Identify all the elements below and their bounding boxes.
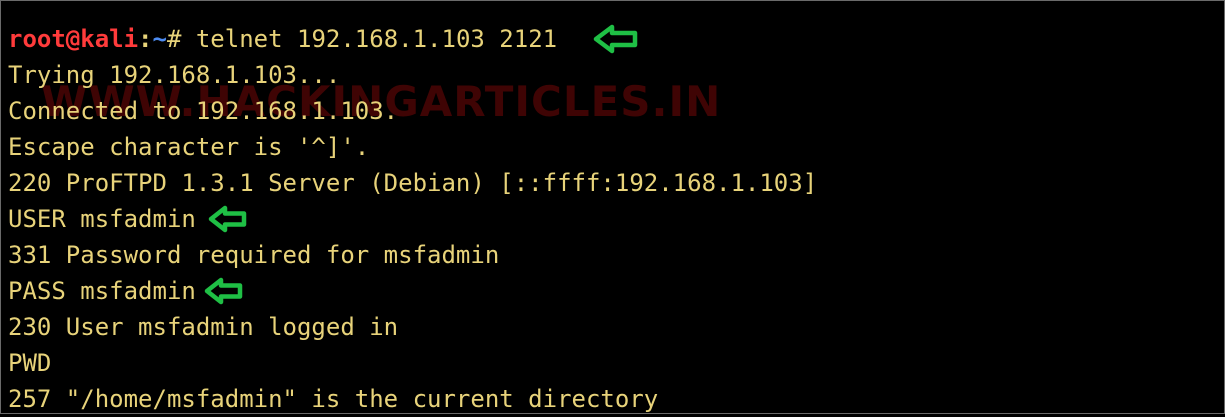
output-line: 230 User msfadmin logged in: [8, 313, 399, 341]
terminal-output: root@kali: ~ # telnet 192.168.1.103 2121 T…: [8, 21, 817, 417]
output-line: PWD: [8, 349, 52, 377]
prompt-separator: :: [138, 25, 153, 53]
user-command-line: USER msfadmin: [8, 201, 817, 237]
output-text: PASS msfadmin: [8, 277, 196, 305]
output-text: USER msfadmin: [8, 205, 196, 233]
output-line: Escape character is '^]'.: [8, 133, 370, 161]
command-text: telnet 192.168.1.103 2121: [195, 25, 558, 53]
output-line: 220 ProFTPD 1.3.1 Server (Debian) [::fff…: [8, 169, 818, 197]
output-line: 257 "/home/msfadmin" is the current dire…: [8, 385, 659, 413]
left-arrow-icon: [204, 205, 320, 377]
pass-command-line: PASS msfadmin: [8, 273, 817, 309]
terminal-window[interactable]: WWW.HACKINGARTICLES.IN root@kali: ~ # teln…: [0, 0, 1225, 414]
command-line: root@kali: ~ # telnet 192.168.1.103 2121: [8, 21, 817, 57]
prompt-user-host: root@kali: [8, 25, 139, 53]
prompt-symbol: #: [166, 25, 196, 53]
prompt-path: ~: [152, 25, 167, 53]
output-line: 331 Password required for msfadmin: [8, 241, 500, 269]
left-arrow-icon: [593, 0, 709, 126]
